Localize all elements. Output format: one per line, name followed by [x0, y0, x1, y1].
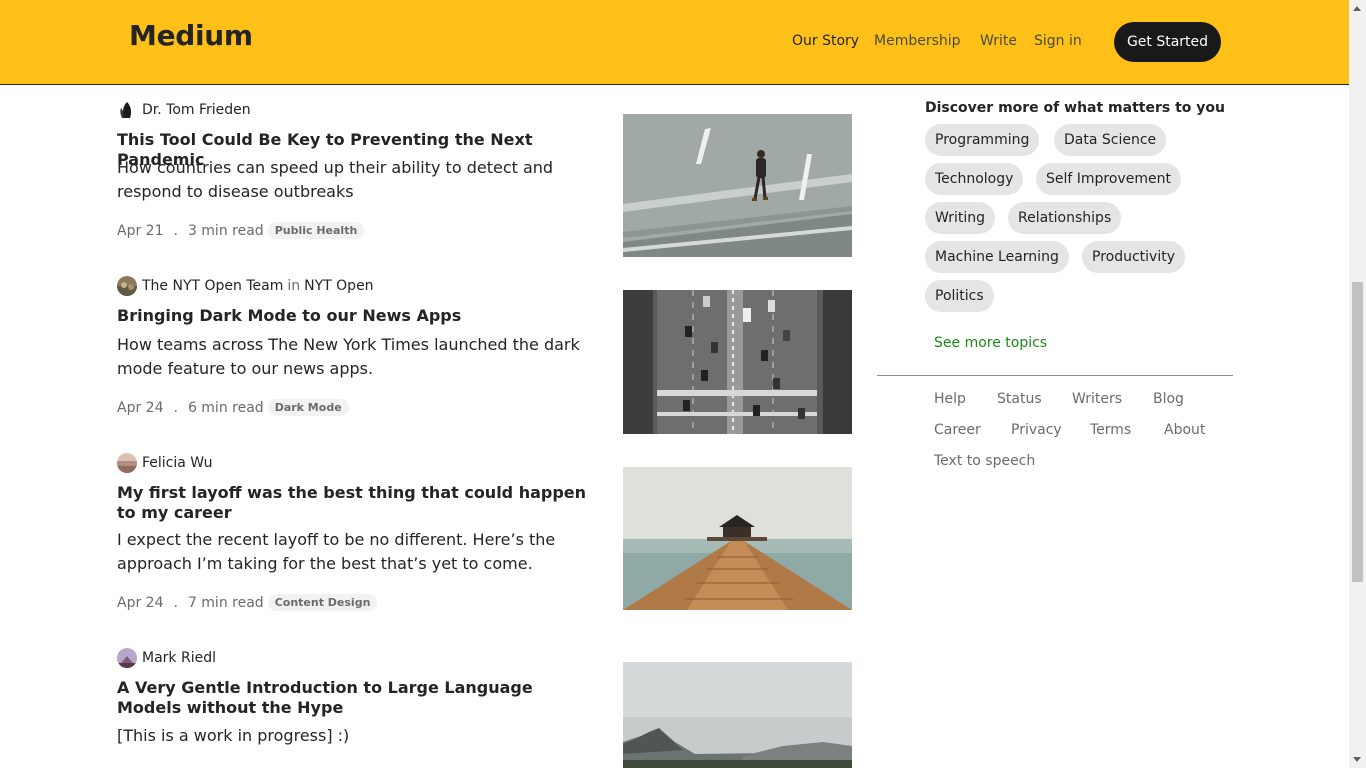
- see-more-topics-link[interactable]: See more topics: [934, 335, 1047, 351]
- article-subtitle[interactable]: I expect the recent layoff to be no diff…: [117, 528, 602, 576]
- topic-chip-relationships[interactable]: Relationships: [1008, 202, 1122, 234]
- author-name[interactable]: Felicia Wu: [142, 455, 213, 471]
- topic-chip-machine-learning[interactable]: Machine Learning: [925, 241, 1069, 273]
- author-row: Felicia Wu: [117, 453, 213, 473]
- author-name[interactable]: Mark Riedl: [142, 650, 216, 666]
- article-meta: Apr 24 . 6 min read Dark Mode: [117, 399, 349, 416]
- article-card[interactable]: Mark Riedl A Very Gentle Introduction to…: [117, 648, 857, 768]
- sidebar-divider: [877, 375, 1233, 376]
- article-date: Apr 21: [117, 222, 164, 239]
- get-started-button[interactable]: Get Started: [1114, 22, 1221, 62]
- article-card[interactable]: Felicia Wu My first layoff was the best …: [117, 453, 857, 613]
- author-avatar[interactable]: [117, 100, 137, 120]
- article-date: Apr 24: [117, 399, 164, 416]
- article-title[interactable]: My first layoff was the best thing that …: [117, 483, 602, 523]
- footer-link-text-to-speech[interactable]: Text to speech: [934, 453, 1035, 469]
- author-row: Mark Riedl: [117, 648, 216, 668]
- author-name[interactable]: Dr. Tom Frieden: [142, 102, 251, 118]
- footer-link-writers[interactable]: Writers: [1072, 391, 1122, 407]
- topic-chip-productivity[interactable]: Productivity: [1082, 241, 1185, 273]
- in-label: in: [287, 278, 301, 294]
- author-avatar[interactable]: [117, 453, 137, 473]
- author-row: The NYT Open Team in NYT Open: [117, 276, 374, 296]
- scrollbar-thumb[interactable]: [1352, 282, 1363, 582]
- meta-separator: .: [173, 222, 178, 239]
- publication-name[interactable]: NYT Open: [304, 278, 373, 294]
- article-meta: Apr 24 . 7 min read Content Design: [117, 594, 378, 611]
- article-thumbnail[interactable]: [623, 114, 852, 257]
- article-subtitle[interactable]: [This is a work in progress] :): [117, 724, 602, 748]
- medium-logo[interactable]: Medium: [129, 19, 253, 52]
- author-avatar[interactable]: [117, 648, 137, 668]
- meta-separator: .: [173, 399, 178, 416]
- article-title[interactable]: Bringing Dark Mode to our News Apps: [117, 306, 602, 326]
- read-time: 7 min read: [187, 594, 264, 611]
- site-header: Medium Our Story Membership Write Sign i…: [0, 0, 1349, 85]
- author-row: Dr. Tom Frieden: [117, 100, 251, 120]
- footer-link-terms[interactable]: Terms: [1090, 422, 1131, 438]
- scroll-down-icon[interactable]: [1353, 757, 1361, 762]
- article-thumbnail[interactable]: [623, 662, 852, 768]
- topic-chip-technology[interactable]: Technology: [925, 163, 1024, 195]
- topic-chip-data-science[interactable]: Data Science: [1054, 124, 1167, 156]
- article-card[interactable]: The NYT Open Team in NYT Open Bringing D…: [117, 276, 857, 436]
- nav-our-story[interactable]: Our Story: [792, 33, 859, 49]
- article-card[interactable]: Dr. Tom Frieden This Tool Could Be Key t…: [117, 100, 857, 260]
- article-thumbnail[interactable]: [623, 467, 852, 610]
- footer-link-career[interactable]: Career: [934, 422, 981, 438]
- nav-write[interactable]: Write: [980, 33, 1017, 49]
- footer-link-blog[interactable]: Blog: [1153, 391, 1184, 407]
- article-subtitle[interactable]: How countries can speed up their ability…: [117, 156, 602, 204]
- page-scrollbar[interactable]: [1349, 0, 1366, 768]
- topic-tag[interactable]: Dark Mode: [267, 399, 349, 416]
- topic-chip-programming[interactable]: Programming: [925, 124, 1040, 156]
- footer-link-status[interactable]: Status: [997, 391, 1042, 407]
- author-name[interactable]: The NYT Open Team: [142, 278, 283, 294]
- article-title[interactable]: A Very Gentle Introduction to Large Lang…: [117, 678, 602, 718]
- discover-heading: Discover more of what matters to you: [925, 100, 1225, 116]
- article-date: Apr 24: [117, 594, 164, 611]
- article-subtitle[interactable]: How teams across The New York Times laun…: [117, 333, 602, 381]
- scroll-up-icon[interactable]: [1353, 6, 1361, 11]
- read-time: 6 min read: [187, 399, 264, 416]
- footer-link-privacy[interactable]: Privacy: [1011, 422, 1062, 438]
- footer-link-about[interactable]: About: [1164, 422, 1205, 438]
- article-meta: Apr 21 . 3 min read Public Health: [117, 222, 365, 239]
- read-time: 3 min read: [187, 222, 264, 239]
- author-avatar[interactable]: [117, 276, 137, 296]
- footer-link-help[interactable]: Help: [934, 391, 966, 407]
- topic-chip-politics[interactable]: Politics: [925, 280, 994, 312]
- topic-tag[interactable]: Content Design: [267, 594, 378, 611]
- article-thumbnail[interactable]: [623, 290, 852, 434]
- meta-separator: .: [173, 594, 178, 611]
- topic-tag[interactable]: Public Health: [267, 222, 365, 239]
- nav-membership[interactable]: Membership: [874, 33, 961, 49]
- topic-chip-writing[interactable]: Writing: [925, 202, 995, 234]
- topic-chip-self-improvement[interactable]: Self Improvement: [1036, 163, 1181, 195]
- nav-sign-in[interactable]: Sign in: [1034, 33, 1082, 49]
